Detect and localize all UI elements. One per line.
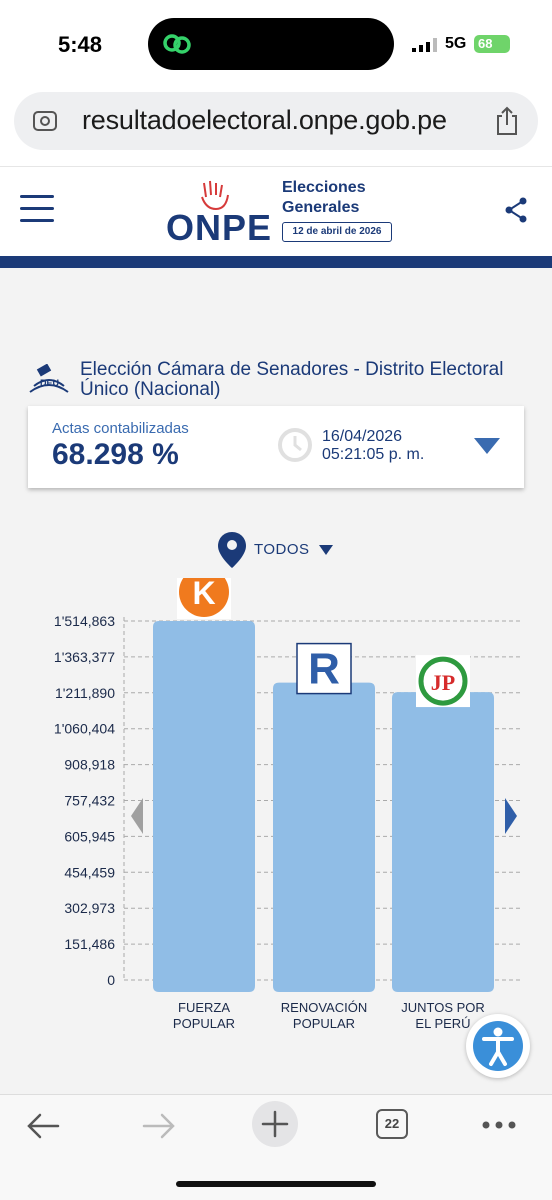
y-tick-label: 1'060,404 <box>54 721 115 737</box>
y-tick-label: 302,973 <box>64 900 115 916</box>
back-arrow-icon[interactable] <box>26 1113 60 1139</box>
status-bar: 5:48 5G 68 <box>0 0 552 90</box>
browser-toolbar: 22 <box>0 1094 552 1200</box>
menu-icon[interactable] <box>20 195 54 225</box>
onpe-logo: ONPE <box>166 207 273 248</box>
accessibility-button[interactable] <box>466 1014 530 1078</box>
header-title-line2: Generales <box>282 199 360 216</box>
battery-icon: 68 <box>474 35 510 53</box>
deu-badge-icon: DEU <box>29 364 69 393</box>
party-logo-text: R <box>308 645 340 694</box>
share-nodes-icon[interactable] <box>504 197 528 223</box>
y-tick-label: 151,486 <box>64 936 115 952</box>
share-icon[interactable] <box>494 106 520 136</box>
election-date: 12 de abril de 2026 <box>282 222 392 242</box>
x-category-label: FUERZA <box>178 1000 230 1015</box>
accessibility-icon[interactable] <box>472 1020 524 1072</box>
y-tick-label: 757,432 <box>64 792 115 808</box>
status-time: 5:48 <box>58 32 103 57</box>
party-logo-text: JP <box>431 670 455 695</box>
home-indicator <box>176 1181 376 1187</box>
location-pin-icon[interactable] <box>218 532 246 568</box>
x-category-label: POPULAR <box>173 1016 235 1031</box>
y-tick-label: 1'211,890 <box>55 685 115 701</box>
forward-arrow-icon[interactable] <box>142 1113 176 1139</box>
header-title-line1: Elecciones <box>282 179 366 196</box>
party-logo-text: K <box>192 578 215 611</box>
chart-prev-arrow-icon <box>131 798 143 834</box>
page-settings-icon[interactable] <box>32 108 58 134</box>
x-category-label: EL PERÚ <box>415 1016 470 1031</box>
actas-date: 16/04/2026 <box>322 428 403 445</box>
plus-icon[interactable] <box>252 1101 298 1147</box>
chevron-down-icon[interactable] <box>474 438 500 454</box>
y-tick-label: 454,459 <box>64 864 115 880</box>
y-tick-label: 605,945 <box>64 828 115 844</box>
more-dots-icon[interactable] <box>482 1121 516 1129</box>
x-category-label: JUNTOS POR <box>401 1000 485 1015</box>
history-clock-icon <box>278 428 312 462</box>
tab-count-button[interactable]: 22 <box>376 1109 408 1139</box>
dynamic-island <box>148 18 394 70</box>
y-tick-label: 0 <box>107 972 115 988</box>
bar <box>392 692 494 992</box>
address-bar[interactable]: resultadoelectoral.onpe.gob.pe <box>14 92 538 150</box>
chart-next-arrow-icon <box>505 798 517 834</box>
bar <box>153 621 255 992</box>
link-icon <box>163 34 191 54</box>
signal-icon <box>412 38 437 52</box>
results-bar-chart: 0 151,486 302,973 454,459 605,945 757,432 908,… <box>54 578 522 1031</box>
y-tick-label: 908,918 <box>64 757 115 773</box>
main-content: DEU Elección Cámara de Senadores - Distr… <box>0 268 552 1094</box>
election-title: Elección Cámara de Senadores - Distrito … <box>80 359 504 400</box>
bar <box>273 682 375 992</box>
region-filter-label[interactable]: TODOS <box>254 541 310 558</box>
y-tick-label: 1'363,377 <box>54 649 115 665</box>
new-tab-button[interactable] <box>252 1101 298 1147</box>
header-divider <box>0 256 552 268</box>
actas-label: Actas contabilizadas <box>52 420 189 437</box>
actas-time: 05:21:05 p. m. <box>322 446 425 463</box>
actas-panel[interactable]: Actas contabilizadas 68.298 % 16/04/2026… <box>28 406 524 488</box>
actas-percent: 68.298 % <box>52 438 179 471</box>
network-label: 5G <box>445 35 467 52</box>
x-category-label: POPULAR <box>293 1016 355 1031</box>
y-tick-label: 1'514,863 <box>54 613 115 629</box>
url-text[interactable]: resultadoelectoral.onpe.gob.pe <box>82 105 447 136</box>
x-category-label: RENOVACIÓN <box>281 1000 367 1015</box>
site-header: ONPE Elecciones Generales 12 de abril de… <box>0 166 552 258</box>
caret-down-icon[interactable] <box>319 545 333 555</box>
deu-badge-text: DEU <box>40 378 59 388</box>
